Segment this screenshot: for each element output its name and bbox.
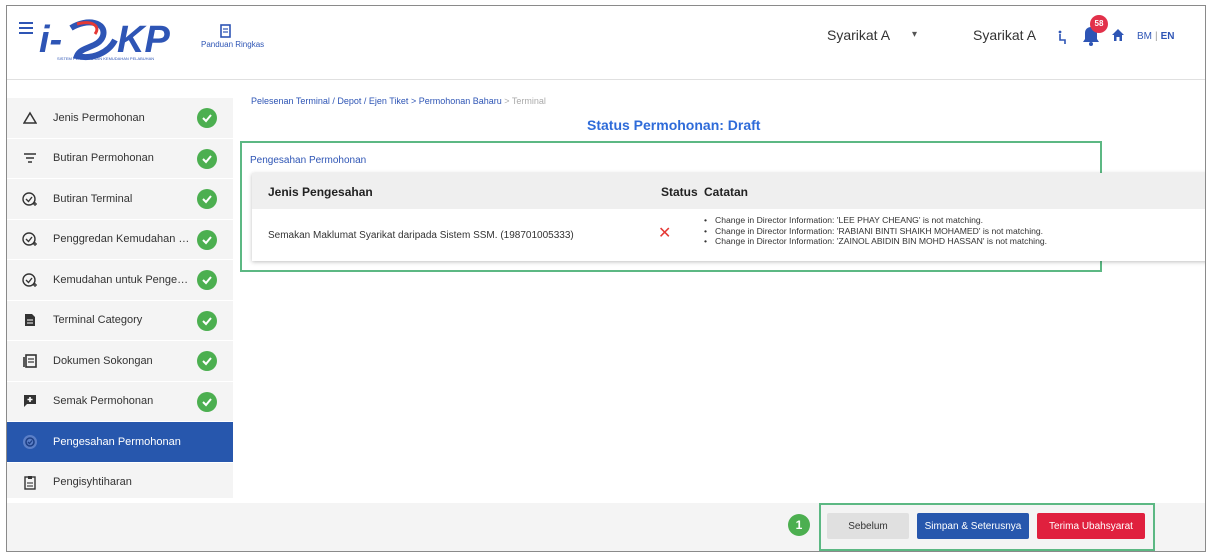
filter-icon: [21, 149, 39, 167]
triangle-icon: [21, 109, 39, 127]
check-plus-icon: [21, 271, 39, 289]
note-item: Change in Director Information: 'RABIANI…: [704, 226, 1047, 237]
sidebar-item-label: Butiran Permohonan: [53, 152, 154, 165]
app-window: i- KP SISTEM PERMOHONAN KEMUDAHAN PELABU…: [6, 5, 1206, 552]
sidebar-item-label: Semak Permohonan: [53, 395, 154, 408]
sidebar-item-jenis-permohonan[interactable]: Jenis Permohonan: [7, 98, 233, 139]
home-icon[interactable]: [1111, 28, 1125, 42]
check-circle-icon: [197, 270, 217, 290]
column-header-status: Status: [661, 185, 698, 199]
row-type-cell: Semakan Maklumat Syarikat daripada Siste…: [268, 230, 574, 241]
check-circle-icon: [197, 351, 217, 371]
lang-en[interactable]: EN: [1161, 31, 1175, 42]
sidebar-item-label: Kemudahan untuk Pengendali...: [53, 273, 193, 286]
add-box-icon: [21, 392, 39, 410]
verification-panel-highlight: Pengesahan Permohonan Jenis Pengesahan S…: [240, 141, 1205, 272]
breadcrumb-current: Terminal: [511, 96, 546, 106]
sidebar-item-butiran-permohonan[interactable]: Butiran Permohonan: [7, 139, 233, 179]
sidebar-item-label: Pengesahan Permohonan: [53, 435, 181, 448]
breadcrumb-link-pelesenan[interactable]: Pelesenan Terminal / Depot / Ejen Tiket: [251, 96, 408, 106]
sidebar-item-penggredan[interactable]: Penggredan Kemudahan Pen...: [7, 220, 233, 260]
sidebar: Jenis Permohonan Butiran Permohonan Buti…: [7, 98, 233, 503]
verify-icon: [21, 433, 39, 451]
sidebar-item-semak-permohonan[interactable]: Semak Permohonan: [7, 382, 233, 422]
sidebar-item-label: Jenis Permohonan: [53, 111, 145, 124]
column-header-jenis: Jenis Pengesahan: [268, 185, 373, 199]
fail-x-icon: ✕: [658, 225, 672, 242]
sidebar-item-butiran-terminal[interactable]: Butiran Terminal: [7, 179, 233, 220]
verification-table: Jenis Pengesahan Status Catatan Semakan …: [252, 173, 1205, 261]
language-switcher: BM | EN: [1137, 31, 1175, 42]
sidebar-item-pengesahan-permohonan[interactable]: Pengesahan Permohonan: [7, 422, 233, 463]
sidebar-item-label: Butiran Terminal: [53, 192, 133, 205]
previous-button[interactable]: Sebelum: [827, 513, 909, 539]
breadcrumb-separator: >: [504, 96, 510, 106]
svg-text:KP: KP: [117, 19, 170, 61]
breadcrumb-link-permohonan-baharu[interactable]: Permohonan Baharu: [419, 96, 502, 106]
chevron-down-icon[interactable]: ▾: [912, 29, 917, 40]
breadcrumb: Pelesenan Terminal / Depot / Ejen Tiket …: [251, 96, 546, 106]
sidebar-item-label: Penggredan Kemudahan Pen...: [53, 233, 193, 246]
check-circle-icon: [197, 189, 217, 209]
notification-badge: 58: [1090, 15, 1108, 33]
sidebar-item-dokumen-sokongan[interactable]: Dokumen Sokongan: [7, 341, 233, 382]
document-icon: [21, 311, 39, 329]
sidebar-item-kemudahan[interactable]: Kemudahan untuk Pengendali...: [7, 260, 233, 301]
top-bar: i- KP SISTEM PERMOHONAN KEMUDAHAN PELABU…: [7, 6, 1205, 80]
sidebar-item-label: Dokumen Sokongan: [53, 354, 153, 367]
accept-amendment-button[interactable]: Terima Ubahsyarat: [1037, 513, 1145, 539]
sidebar-item-label: Terminal Category: [53, 314, 143, 327]
row-notes-cell: Change in Director Information: 'LEE PHA…: [704, 215, 1047, 247]
save-next-button[interactable]: Simpan & Seterusnya: [917, 513, 1029, 539]
accessibility-icon[interactable]: [1057, 30, 1069, 46]
documents-icon: [21, 352, 39, 370]
check-circle-icon: [197, 391, 217, 412]
sidebar-item-pengisyhtiharan[interactable]: Pengisyhtiharan: [7, 463, 233, 503]
step-marker: 1: [788, 514, 810, 536]
sidebar-item-label: Pengisyhtiharan: [53, 476, 132, 489]
company-selector[interactable]: Syarikat A: [827, 27, 890, 43]
panel-title: Pengesahan Permohonan: [250, 155, 367, 166]
lang-bm[interactable]: BM: [1137, 31, 1152, 42]
note-item: Change in Director Information: 'ZAINOL …: [704, 236, 1047, 247]
lang-separator: |: [1155, 31, 1158, 42]
menu-icon[interactable]: [19, 22, 33, 36]
note-item: Change in Director Information: 'LEE PHA…: [704, 215, 1047, 226]
breadcrumb-separator: >: [410, 96, 417, 106]
check-circle-icon: [197, 310, 217, 331]
quick-guide-link[interactable]: Panduan Ringkas: [201, 24, 265, 49]
check-circle-icon: [197, 108, 217, 128]
guide-icon: [220, 24, 232, 38]
company-name: Syarikat A: [973, 27, 1037, 43]
quick-guide-label: Panduan Ringkas: [201, 40, 265, 49]
check-plus-icon: [21, 230, 39, 248]
page-title: Status Permohonan: Draft: [587, 117, 761, 133]
check-plus-icon: [21, 190, 39, 208]
table-header: Jenis Pengesahan Status Catatan: [252, 173, 1205, 209]
clipboard-icon: [21, 473, 39, 491]
sidebar-item-terminal-category[interactable]: Terminal Category: [7, 301, 233, 341]
brand-subtitle: SISTEM PERMOHONAN KEMUDAHAN PELABUHAN: [57, 56, 155, 61]
svg-text:i-: i-: [39, 19, 62, 61]
column-header-catatan: Catatan: [704, 185, 749, 199]
check-circle-icon: [197, 229, 217, 250]
check-circle-icon: [197, 148, 217, 169]
